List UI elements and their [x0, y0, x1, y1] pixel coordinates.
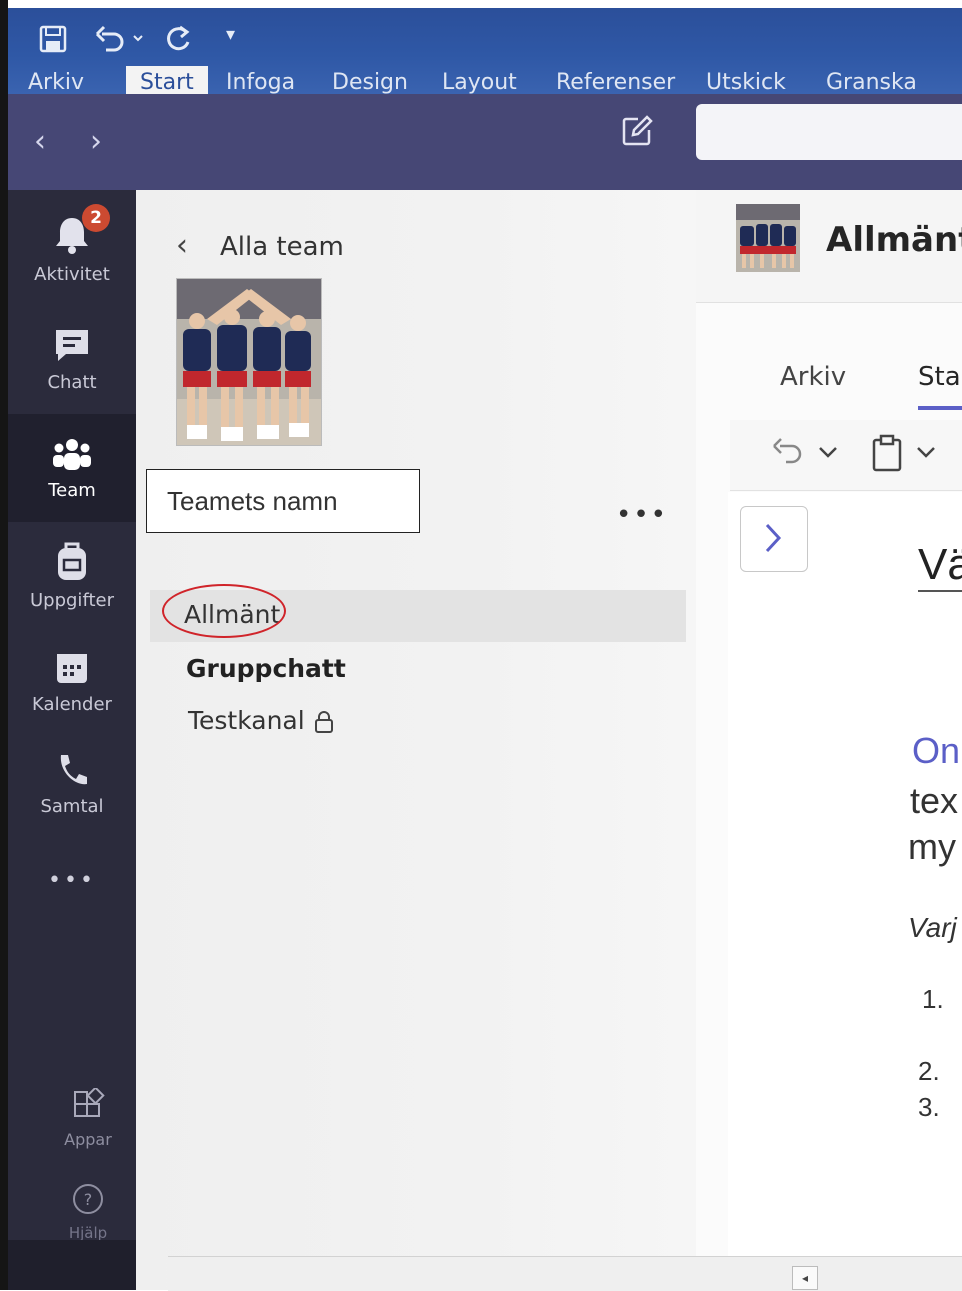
- team-more-options-button[interactable]: •••: [616, 500, 668, 530]
- team-name-label: Teamets namn: [146, 469, 420, 533]
- rail-label-calendar: Kalender: [32, 694, 112, 715]
- rail-item-chat[interactable]: Chatt: [8, 314, 136, 414]
- customize-qat-icon[interactable]: ▾: [226, 24, 235, 45]
- help-icon: ?: [71, 1182, 105, 1220]
- compose-icon[interactable]: [620, 114, 654, 148]
- rail-item-assignments[interactable]: Uppgifter: [8, 528, 136, 628]
- doc-line-3: my: [908, 826, 956, 867]
- rail-item-calendar[interactable]: Kalender: [8, 636, 136, 736]
- chat-icon: [52, 326, 92, 368]
- rail-more-button[interactable]: •••: [8, 868, 136, 908]
- doc-line-1: On: [912, 730, 961, 771]
- rail-label-calls: Samtal: [40, 796, 104, 817]
- word-tab-utskick[interactable]: Utskick: [706, 70, 786, 94]
- chevron-down-icon[interactable]: [816, 442, 840, 466]
- chevron-down-icon[interactable]: [914, 442, 938, 466]
- word-ribbon-tabs: Arkiv Start Infoga Design Layout Referen…: [28, 66, 962, 94]
- doc-heading: Vä: [918, 540, 962, 589]
- forward-arrow-icon[interactable]: ›: [90, 124, 102, 159]
- rail-label-activity: Aktivitet: [34, 264, 110, 285]
- word-tab-referenser[interactable]: Referenser: [556, 70, 675, 94]
- channel-testkanal[interactable]: Testkanal: [188, 706, 305, 735]
- bottom-status-bar: [168, 1256, 962, 1291]
- activity-badge: 2: [82, 204, 110, 232]
- lock-icon: [314, 710, 334, 734]
- list-number-1: 1.: [922, 984, 944, 1014]
- expand-panel-button[interactable]: [740, 506, 808, 572]
- clipboard-icon[interactable]: [870, 434, 904, 478]
- rail-label-teams: Team: [48, 480, 96, 501]
- channel-team-avatar: [736, 204, 800, 272]
- undo-icon[interactable]: [94, 24, 144, 61]
- rail-label-apps: Appar: [64, 1130, 112, 1149]
- team-avatar[interactable]: [176, 278, 322, 446]
- rail-label-chat: Chatt: [47, 372, 97, 393]
- word-tab-granska[interactable]: Granska: [826, 70, 917, 94]
- all-teams-label: Alla team: [220, 232, 344, 262]
- channel-gruppchatt[interactable]: Gruppchatt: [186, 654, 346, 683]
- rail-label-assignments: Uppgifter: [29, 590, 114, 611]
- scroll-left-button[interactable]: ◂: [792, 1266, 818, 1290]
- doc-italic-line: Varj: [908, 912, 957, 943]
- doc-tab-arkiv[interactable]: Arkiv: [780, 362, 846, 392]
- apps-icon: [71, 1086, 105, 1126]
- word-tab-design[interactable]: Design: [332, 70, 408, 94]
- save-icon[interactable]: [38, 24, 68, 61]
- search-input[interactable]: [696, 104, 962, 160]
- channel-title: Allmänt: [826, 220, 962, 260]
- calendar-icon: [54, 650, 90, 690]
- doc-tab-start[interactable]: Start: [918, 362, 962, 392]
- heading-underline: [918, 590, 962, 592]
- back-arrow-icon[interactable]: ‹: [34, 124, 46, 159]
- rail-item-teams[interactable]: Team: [8, 414, 136, 522]
- document-page: [728, 492, 962, 1272]
- backpack-icon: [54, 540, 90, 586]
- phone-icon: [55, 752, 89, 792]
- doc-ribbon-toolbar: [730, 420, 962, 491]
- word-tab-layout[interactable]: Layout: [442, 70, 517, 94]
- word-tab-start[interactable]: Start: [126, 66, 208, 94]
- svg-text:?: ?: [84, 1190, 93, 1209]
- rail-item-activity[interactable]: 2 Aktivitet: [8, 200, 136, 300]
- active-tab-indicator: [918, 406, 962, 410]
- rail-item-calls[interactable]: Samtal: [8, 740, 136, 840]
- word-tab-arkiv[interactable]: Arkiv: [28, 70, 84, 94]
- team-name-text: Teamets namn: [167, 486, 338, 516]
- doc-line-2: tex: [910, 780, 959, 821]
- rail-item-apps[interactable]: Appar: [24, 1086, 152, 1158]
- screen-bezel: [0, 0, 8, 1290]
- list-number-3: 3.: [918, 1092, 940, 1122]
- annotation-circle: [162, 584, 286, 638]
- redo-icon[interactable]: [164, 24, 194, 61]
- chevron-left-icon: ‹: [176, 228, 188, 263]
- word-tab-infoga[interactable]: Infoga: [226, 70, 295, 94]
- undo-icon[interactable]: [770, 434, 810, 478]
- list-number-2: 2.: [918, 1056, 940, 1086]
- teams-icon: [50, 438, 94, 476]
